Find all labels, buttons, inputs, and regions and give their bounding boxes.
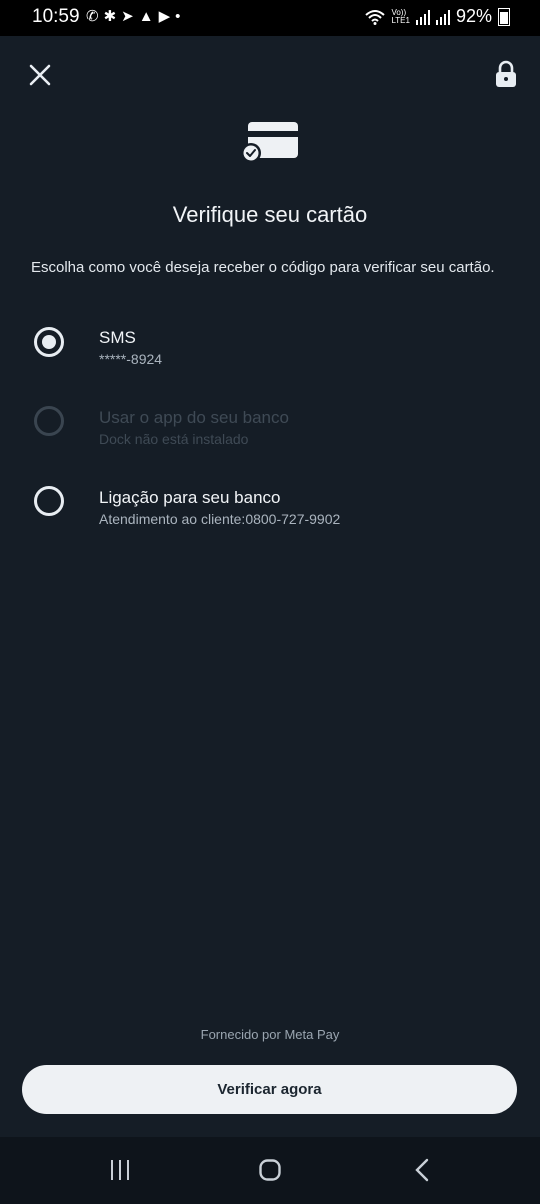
option-bank-call-title: Ligação para seu banco [99, 488, 281, 507]
radio-sms[interactable] [34, 327, 64, 357]
telegram-icon: ➤ [121, 8, 134, 25]
recent-apps-icon[interactable] [109, 1160, 131, 1180]
status-time: 10:59 [32, 6, 80, 27]
powered-by-text: Fornecido por Meta Pay [200, 1027, 340, 1042]
radio-bank-app [34, 406, 64, 436]
radio-bank-call[interactable] [34, 486, 64, 516]
option-bank-app-detail: Dock não está instalado [99, 431, 249, 447]
option-bank-app: Usar o app do seu banco Dock não está in… [0, 400, 540, 470]
signal-2-icon [435, 9, 450, 25]
option-sms-title: SMS [99, 328, 136, 347]
option-bank-call-detail: Atendimento ao cliente:0800-727-9902 [99, 511, 341, 527]
card-verified-icon [241, 122, 298, 163]
more-dot-icon: • [175, 8, 181, 25]
whatsapp-icon: ✆ [86, 8, 99, 25]
verify-now-button[interactable]: Verificar agora [22, 1065, 517, 1114]
option-sms-detail: *****-8924 [99, 351, 163, 367]
option-bank-app-title: Usar o app do seu banco [99, 408, 289, 427]
page-subtitle: Escolha como você deseja receber o códig… [31, 259, 495, 276]
option-sms[interactable]: SMS *****-8924 [0, 320, 540, 390]
notification-icons: ✆ ✱ ➤ ▲ ▶ • [86, 6, 180, 28]
close-icon[interactable] [28, 63, 52, 87]
system-icons: Vo)) LTE1 92% [365, 6, 510, 27]
option-bank-call[interactable]: Ligação para seu banco Atendimento ao cl… [0, 480, 540, 550]
wifi-icon [365, 9, 386, 25]
navigation-bar [0, 1137, 540, 1204]
back-icon[interactable] [414, 1158, 430, 1182]
battery-icon [498, 7, 510, 26]
slack-icon: ✱ [103, 8, 117, 25]
youtube-icon: ▶ [158, 8, 171, 25]
volte-icon: Vo)) LTE1 [391, 7, 410, 25]
status-bar: 10:59 ✆ ✱ ➤ ▲ ▶ • Vo)) LTE1 92% [0, 0, 540, 36]
warning-icon: ▲ [138, 8, 154, 25]
signal-1-icon [415, 9, 430, 25]
home-icon[interactable] [259, 1159, 281, 1181]
battery-percent: 92% [455, 6, 492, 26]
page-title: Verifique seu cartão [172, 202, 368, 227]
lock-icon [496, 60, 516, 87]
